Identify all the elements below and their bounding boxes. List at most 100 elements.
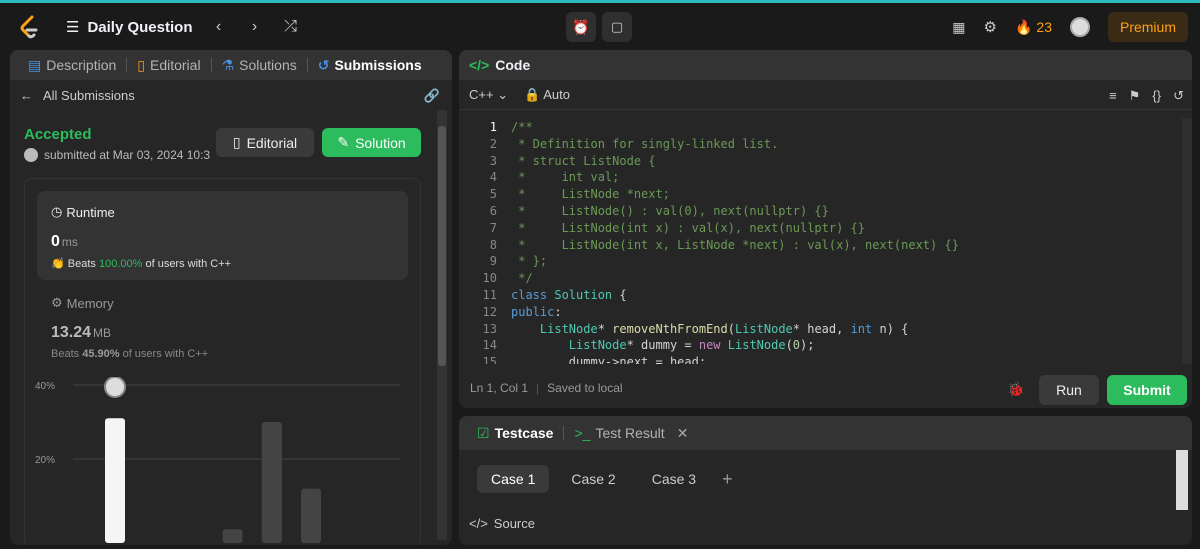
code-line[interactable]: * ListNode(int x, ListNode *next) : val(… [511,238,959,252]
close-icon[interactable]: ✕ [677,425,689,442]
run-button[interactable]: Run [1039,375,1099,405]
line-number: 10 [482,271,497,286]
debug-icon[interactable]: 🐞 [1007,381,1024,398]
test-panel: ☑ Testcase >_ Test Result ✕ Case 1 Case 2 … [459,416,1192,545]
settings-gear-icon[interactable]: ⚙ [984,18,997,36]
leetcode-logo-icon[interactable] [18,15,40,39]
line-number: 1 [489,120,497,134]
code-line[interactable]: */ [511,271,532,285]
runtime-card[interactable]: ◷ Runtime 0 ms 👏 Beats 100.00% of users wi… [37,191,408,280]
next-question-icon[interactable]: › [244,18,264,36]
shuffle-icon[interactable]: ⤮ [280,18,300,36]
code-line[interactable]: public: [511,305,562,319]
code-line[interactable]: * ListNode *next; [511,187,670,201]
code-panel: </> Code C++ ⌄ 🔒 Auto ≡ ⚑ {} ↺ 1 /** 2 * De… [459,50,1192,408]
reset-icon[interactable]: ↺ [1173,88,1184,104]
list-icon: ☰ [66,19,80,36]
language-select[interactable]: C++ ⌄ [469,87,508,103]
case-tab-2[interactable]: Case 2 [557,465,629,493]
line-number: 12 [482,304,497,319]
code-line[interactable]: * int val; [511,170,619,184]
code-scrollbar[interactable] [1182,118,1192,364]
line-number: 7 [489,220,497,235]
book-icon: ▯ [137,56,145,73]
memory-title[interactable]: ⚙ Memory [51,295,114,311]
history-icon: ↺ [317,56,330,73]
runtime-title: Runtime [66,204,115,220]
line-number: 2 [489,136,497,151]
code-line[interactable]: * struct ListNode { [511,154,655,168]
auto-mode[interactable]: 🔒 Auto [524,87,570,103]
test-scrollbar[interactable] [1176,450,1188,510]
solution-button[interactable]: ✎ Solution [322,128,421,157]
status-accepted: Accepted [24,126,92,143]
runtime-beats: 👏 Beats 100.00% of users with C++ [51,258,232,270]
chevron-down-icon: ⌄ [497,86,509,102]
submission-panel: ▤ Description ▯ Editorial ⚗ Solutions ↺ Subm… [10,50,452,545]
runtime-value: 0 ms [51,233,78,250]
code-line[interactable]: dummy->next = head; [511,355,706,364]
chart-bar [105,418,125,543]
braces-icon[interactable]: {} [1152,88,1161,104]
code-icon: </> [469,57,490,73]
left-scrollbar[interactable] [437,110,447,540]
case-tab-3[interactable]: Case 3 [638,465,710,493]
layout-icon[interactable]: ▦ [952,19,965,36]
user-marker-avatar [104,377,126,398]
clock-icon: ◷ [51,204,63,219]
top-bar: ☰ Daily Question ‹ › ⤮ ⏰ ▢ ▦ ⚙ 🔥 23 Premi… [0,0,1200,48]
terminal-icon: >_ [574,425,591,441]
code-line[interactable]: class Solution { [511,288,627,302]
editorial-button[interactable]: ▯ Editorial [216,128,314,157]
chart-bar [301,488,321,543]
chart-bar [261,422,282,543]
code-line[interactable]: /** [511,120,533,134]
y-tick-label: 40% [35,381,55,392]
case-list: Case 1 Case 2 Case 3 + [477,465,733,493]
lock-icon: 🔒 [524,86,541,102]
source-toggle[interactable]: </> Source [469,516,535,531]
bookmark-icon[interactable]: ⚑ [1129,88,1141,104]
left-tab-bar: ▤ Description ▯ Editorial ⚗ Solutions ↺ Subm… [10,50,452,80]
user-avatar[interactable] [1069,17,1090,37]
checkbox-icon: ☑ [477,424,490,441]
code-toolbar: C++ ⌄ 🔒 Auto [459,80,1192,110]
streak-counter[interactable]: 🔥 23 [1015,19,1052,36]
prev-question-icon[interactable]: ‹ [208,18,228,36]
premium-button[interactable]: Premium [1107,12,1188,42]
chart-bar [222,529,243,543]
all-submissions-link[interactable]: ← All Submissions [20,88,135,103]
code-line[interactable]: ListNode* removeNthFromEnd(ListNode* hea… [511,322,908,336]
tab-description[interactable]: ▤ Description [22,57,122,74]
scrollbar-thumb[interactable] [438,126,446,366]
daily-question-button[interactable]: ☰ Daily Question [66,18,192,37]
line-number: 13 [482,321,497,336]
tab-editorial[interactable]: ▯ Editorial [131,57,206,74]
clap-icon: 👏 [51,258,65,270]
code-line[interactable]: * Definition for singly-linked list. [511,137,778,151]
code-line[interactable]: ListNode* dummy = new ListNode(0); [511,338,815,352]
case-tab-1[interactable]: Case 1 [477,465,550,493]
line-number: 8 [489,237,497,252]
code-line[interactable]: * }; [511,254,547,268]
line-number: 9 [489,254,497,269]
tab-test-result[interactable]: >_ Test Result [568,425,670,441]
tab-testcase[interactable]: ☑ Testcase [471,425,559,442]
notes-button[interactable]: ▢ [602,12,632,42]
line-number: 3 [489,153,497,168]
submit-button[interactable]: Submit [1107,375,1187,405]
tab-solutions[interactable]: ⚗ Solutions [216,57,303,74]
add-case-icon[interactable]: + [722,469,733,490]
line-number: 6 [489,204,497,218]
line-number: 11 [482,288,497,302]
link-icon[interactable]: 🔗 [424,88,440,104]
tab-divider [563,426,565,440]
timer-button[interactable]: ⏰ [566,12,596,42]
code-line[interactable]: * ListNode(int x) : val(x), next(nullptr… [511,221,865,235]
line-number: 14 [482,338,497,353]
code-line[interactable]: * ListNode() : val(0), next(nullptr) {} [511,204,829,218]
code-editor[interactable]: 1 /** 2 * Definition for singly-linked lis… [459,118,1192,364]
line-number: 5 [489,187,497,202]
tab-submissions[interactable]: ↺ Submissions [312,57,428,74]
format-icon[interactable]: ≡ [1109,88,1117,104]
